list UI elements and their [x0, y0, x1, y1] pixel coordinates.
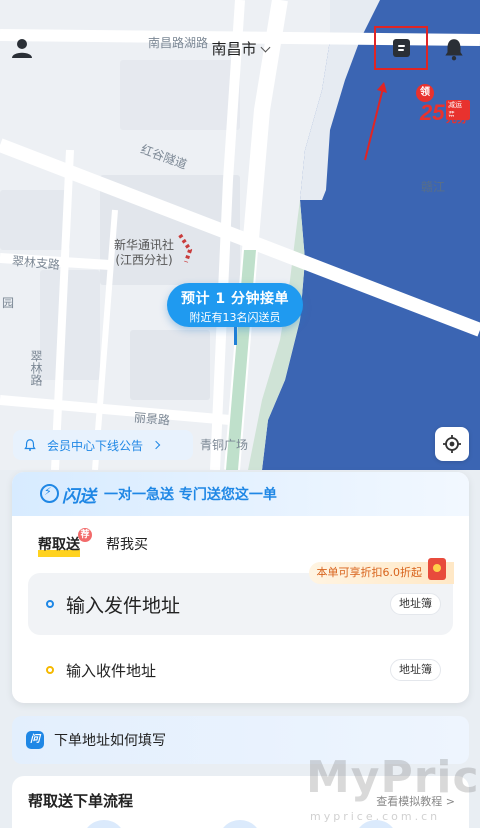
red-packet-icon: [428, 558, 446, 580]
coupon-badge[interactable]: 领 25 减运费 元券: [416, 84, 470, 126]
sender-placeholder: 输入发件地址: [66, 595, 181, 617]
tab-label: 帮我买: [106, 537, 148, 553]
map-label-cuilin-vertical: 翠林路: [29, 350, 43, 386]
chevron-right-icon: [151, 440, 161, 450]
tab-label: 帮取送: [38, 537, 80, 553]
pickup-estimate-bubble: 预计 1 分钟接单 附近有13名闪送员: [167, 283, 303, 327]
recommend-badge: 荐: [78, 528, 92, 542]
chevron-down-icon: [260, 42, 270, 53]
map-label-river: 赣江: [421, 180, 446, 194]
receiver-placeholder: 输入收件地址: [66, 662, 157, 680]
receiver-address-book-button[interactable]: 地址簿: [390, 659, 441, 681]
discount-text: 本单可享折扣6.0折起: [316, 566, 423, 579]
receiver-dot-icon: [46, 666, 54, 674]
tab-buy-for-me[interactable]: 帮我买: [106, 534, 148, 558]
notice-bar[interactable]: 会员中心下线公告: [13, 430, 193, 460]
location-pin: [234, 327, 237, 345]
flow-step-icon: [82, 820, 126, 828]
map-label-yuan: 园: [2, 296, 15, 310]
sender-address-book-button[interactable]: 地址簿: [390, 593, 441, 615]
poi-sub: (江西分社): [115, 253, 173, 267]
lightning-icon: [40, 484, 59, 503]
block: [130, 330, 210, 400]
pickup-title: 预计 1 分钟接单: [181, 291, 289, 307]
coupon-unit: 元券: [446, 112, 468, 125]
coupon-amount: 25: [420, 100, 445, 125]
order-flow-title: 帮取送下单流程: [28, 792, 134, 810]
bell-icon[interactable]: [441, 36, 467, 62]
notice-text: 会员中心下线公告: [47, 438, 144, 453]
watermark-sub: myprice.com.cn: [310, 810, 441, 823]
annotation-arrow: [364, 82, 387, 161]
block: [0, 190, 70, 250]
brand-slogan: 一对一急送 专门送您这一单: [104, 487, 277, 503]
map-label-plaza: 青铜广场: [200, 438, 249, 452]
tutorial-link[interactable]: 查看模拟教程 >: [376, 793, 455, 809]
tab-pickup-delivery[interactable]: 帮取送 荐: [38, 528, 92, 558]
map-label-poi: 新华通讯社 (江西分社): [114, 238, 174, 268]
city-name: 南昌市: [211, 40, 257, 58]
brand-banner: 闪送 一对一急送 专门送您这一单: [12, 472, 469, 516]
road-lijing: [0, 395, 231, 425]
locate-button[interactable]: [435, 427, 469, 461]
address-help-banner[interactable]: 问 下单地址如何填写: [12, 716, 469, 764]
sender-dot-icon: [46, 600, 54, 608]
address-help-text: 下单地址如何填写: [54, 733, 166, 749]
service-tabs: 帮取送 荐 帮我买: [38, 528, 166, 558]
brand-name: 闪送: [62, 486, 96, 507]
locate-icon: [443, 435, 461, 453]
order-card: 闪送 一对一急送 专门送您这一单 帮取送 荐 帮我买 输入发件地址 地址簿 本单…: [12, 472, 469, 703]
map-label-lijing-road: 丽景路: [133, 410, 171, 428]
orders-icon: [392, 39, 410, 57]
orders-button[interactable]: [374, 26, 428, 70]
flow-step-icon: [218, 820, 262, 828]
pickup-subtitle: 附近有13名闪送员: [189, 311, 281, 324]
discount-tag: 本单可享折扣6.0折起: [308, 558, 454, 584]
block: [40, 270, 100, 380]
top-bar: 南昌市: [0, 22, 480, 72]
notice-bell-icon: [24, 439, 36, 451]
receiver-address-field[interactable]: 输入收件地址 地址簿: [28, 650, 453, 690]
question-icon: 问: [26, 731, 44, 749]
poi-name: 新华通讯社: [114, 238, 175, 252]
